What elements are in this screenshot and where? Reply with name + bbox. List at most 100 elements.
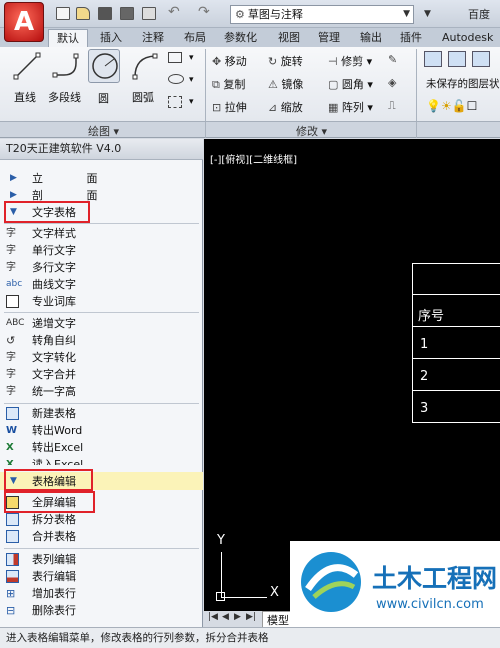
new-icon[interactable] — [56, 7, 70, 20]
circle-button[interactable]: 圆 — [88, 49, 120, 105]
layer-properties-icon[interactable] — [424, 51, 442, 67]
polyline-button[interactable]: 多段线 — [48, 51, 82, 104]
undo-icon[interactable]: ↶ — [168, 4, 180, 20]
ribbon-panel-titles: 绘图 ▾ 修改 ▾ — [0, 122, 500, 138]
saveas-icon[interactable] — [120, 7, 134, 20]
application-menu-button[interactable]: A — [4, 2, 44, 42]
menu-item-dictionary[interactable]: 专业词库 — [0, 293, 203, 310]
row-edit-icon — [6, 570, 19, 583]
draw-panel-title[interactable]: 绘图 ▾ — [88, 123, 119, 139]
first-tab-icon[interactable]: |◀ — [208, 612, 218, 622]
trim-label: 修剪 ▾ — [341, 55, 373, 68]
menu-item-increment-text[interactable]: ABC 递增文字 — [0, 315, 203, 332]
customize-quick-access-icon[interactable]: ▼ — [424, 9, 431, 19]
menu-item-import-excel[interactable]: X 读入Excel — [0, 456, 203, 465]
prev-tab-icon[interactable]: ◀ — [222, 612, 229, 622]
tab-view[interactable]: 视图 — [270, 29, 308, 47]
print-icon[interactable] — [142, 7, 156, 20]
delete-row-icon: ⊟ — [6, 604, 16, 617]
rotate-button[interactable]: ↻ 旋转 — [268, 53, 303, 69]
divider — [4, 548, 199, 549]
offset-icon[interactable]: ⎍ — [388, 99, 396, 113]
next-tab-icon[interactable]: ▶ — [234, 612, 241, 622]
mirror-icon: ⚠ — [268, 78, 278, 91]
menu-item-multi-text[interactable]: 字 多行文字 — [0, 259, 203, 276]
tab-insert[interactable]: 插入 — [92, 29, 130, 47]
trim-button[interactable]: ⊣ 修剪 ▾ — [328, 53, 372, 69]
save-icon[interactable] — [98, 7, 112, 20]
highlight-table-edit — [4, 469, 93, 491]
scale-button[interactable]: ⊿ 缩放 — [268, 99, 303, 115]
watermark-brand: 土木工程网 — [372, 564, 498, 593]
workspace-value: 草图与注释 — [247, 8, 303, 21]
fillet-button[interactable]: ▢ 圆角 ▾ — [328, 76, 373, 92]
modify-panel-title[interactable]: 修改 ▾ — [296, 123, 327, 139]
line-button[interactable]: 直线 — [12, 51, 42, 104]
tab-parametric[interactable]: 参数化 — [216, 29, 265, 47]
menu-item-label: 新建表格 — [32, 407, 76, 420]
redo-icon[interactable]: ↷ — [198, 4, 210, 20]
rectangle-icon[interactable] — [168, 52, 182, 63]
menu-item-row-edit[interactable]: 表行编辑 — [0, 568, 203, 585]
highlight-text-table — [4, 201, 90, 223]
chevron-down-icon[interactable]: ▾ — [189, 53, 194, 63]
stretch-button[interactable]: ⊡ 拉伸 — [212, 99, 247, 115]
tab-layout[interactable]: 布局 — [176, 29, 214, 47]
tab-output[interactable]: 输出 — [352, 29, 390, 47]
layer-toggles[interactable]: 💡☀🔓☐ — [426, 99, 477, 113]
workspace-select[interactable]: ⚙ 草图与注释 ▼ — [230, 5, 414, 24]
menu-item-export-excel[interactable]: X 转出Excel — [0, 439, 203, 456]
sun-icon: ☀ — [440, 99, 452, 113]
arc-button[interactable]: 圆弧 — [130, 51, 160, 104]
hatch-icon[interactable] — [168, 96, 182, 108]
mirror-label: 镜像 — [281, 78, 304, 91]
menu-item-column-edit[interactable]: 表列编辑 — [0, 551, 203, 568]
last-tab-icon[interactable]: ▶| — [246, 612, 256, 622]
menu-item-add-row[interactable]: ⊞ 增加表行 — [0, 585, 203, 602]
erase-icon[interactable]: ✎ — [388, 53, 397, 66]
table-cell: 序号 — [418, 309, 445, 324]
viewport-controls[interactable]: [-][俯视][二维线框] — [210, 151, 297, 166]
tab-plugins[interactable]: 插件 — [392, 29, 430, 47]
tab-annotate[interactable]: 注释 — [134, 29, 172, 47]
move-button[interactable]: ✥ 移动 — [212, 53, 247, 69]
menu-item-label: 转角自纠 — [32, 334, 76, 347]
copy-button[interactable]: ⧉ 复制 — [212, 76, 245, 92]
line-label: 直线 — [14, 91, 36, 104]
menu-item-unify-height[interactable]: 字 统一字高 — [0, 383, 203, 400]
table-line — [412, 263, 500, 264]
divider — [4, 223, 199, 224]
tab-default[interactable]: 默认 — [48, 29, 88, 47]
layer-state-dropdown[interactable]: 未保存的图层状 — [426, 76, 500, 91]
menu-item-label: 删除表行 — [32, 604, 76, 617]
explode-icon[interactable]: ◈ — [388, 76, 396, 89]
rotate-fix-icon: ↺ — [6, 334, 16, 347]
ellipse-icon[interactable] — [168, 74, 184, 84]
menu-item-merge-table[interactable]: 合并表格 — [0, 528, 203, 545]
menu-item-delete-row[interactable]: ⊟ 删除表行 — [0, 602, 203, 619]
menu-item-text-merge[interactable]: 字 文字合并 — [0, 366, 203, 383]
mirror-button[interactable]: ⚠ 镜像 — [268, 76, 303, 92]
category-elevation[interactable]: ▶ 立 面 — [0, 170, 203, 187]
menu-item-single-text[interactable]: 字 单行文字 — [0, 242, 203, 259]
text-merge-icon: 字 — [6, 369, 16, 380]
chevron-down-icon[interactable]: ▾ — [189, 75, 194, 85]
layer-match-icon[interactable] — [472, 51, 490, 67]
table-cell: 2 — [420, 369, 429, 384]
tab-autodesk[interactable]: Autodesk — [434, 29, 500, 47]
menu-item-export-word[interactable]: W 转出Word — [0, 422, 203, 439]
lock-icon: 🔓 — [451, 99, 467, 113]
menu-item-rotate-fix[interactable]: ↺ 转角自纠 — [0, 332, 203, 349]
chevron-down-icon[interactable]: ▾ — [189, 97, 194, 107]
layer-state-icon[interactable] — [448, 51, 466, 67]
menu-item-text-style[interactable]: 字 文字样式 — [0, 225, 203, 242]
menu-item-label: 专业词库 — [32, 295, 76, 308]
tab-manage[interactable]: 管理 — [310, 29, 348, 47]
array-button[interactable]: ▦ 阵列 ▾ — [328, 99, 373, 115]
menu-item-split-table[interactable]: 拆分表格 — [0, 511, 203, 528]
array-label: 阵列 ▾ — [341, 101, 373, 114]
menu-item-new-table[interactable]: 新建表格 — [0, 405, 203, 422]
menu-item-curve-text[interactable]: abc 曲线文字 — [0, 276, 203, 293]
menu-item-text-convert[interactable]: 字 文字转化 — [0, 349, 203, 366]
open-icon[interactable] — [76, 7, 90, 20]
